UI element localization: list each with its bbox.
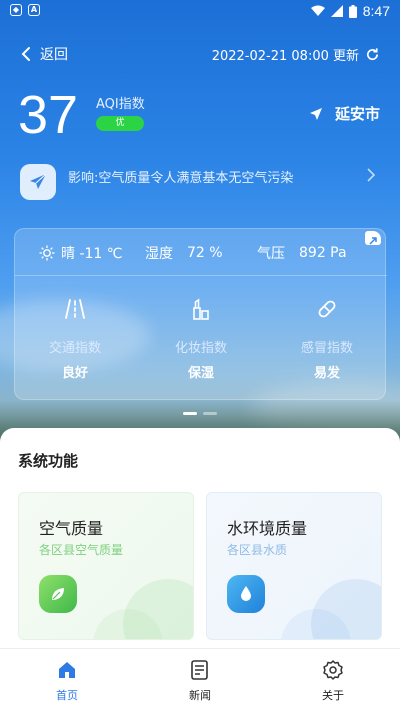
- index-name: 交通指数: [48, 341, 101, 356]
- impact-row[interactable]: 影响:空气质量令人满意基本无空气污染: [20, 162, 380, 202]
- notification-icon: ◆: [10, 4, 22, 16]
- humidity-label: 湿度: [145, 246, 173, 262]
- cosmetics-icon: [193, 298, 209, 320]
- battery-icon: [348, 4, 357, 18]
- page-indicator: [183, 412, 217, 415]
- aqi-level-badge: 优: [96, 116, 144, 131]
- city-name: 延安市: [334, 105, 380, 123]
- settings-icon: [323, 660, 343, 680]
- news-icon: [191, 660, 208, 680]
- aqi-value: 37: [18, 85, 79, 145]
- refresh-button[interactable]: 2022-02-21 08:00 更新: [212, 45, 380, 64]
- system-functions-panel: 系统功能 空气质量 各区县空气质量 水环境质量 各区县水质: [0, 428, 400, 648]
- card-title: 水环境质量: [227, 519, 308, 538]
- road-icon: [65, 299, 85, 319]
- pill-icon: [318, 300, 336, 318]
- nav-about[interactable]: 关于: [293, 659, 373, 703]
- pressure: 气压 892 Pa: [257, 243, 347, 263]
- chevron-right-icon: [367, 168, 376, 182]
- impact-text: 影响:空气质量令人满意基本无空气污染: [68, 171, 294, 186]
- refresh-icon: [367, 48, 379, 61]
- nav-news[interactable]: 新闻: [160, 659, 240, 703]
- paper-plane-icon: [20, 164, 56, 200]
- nav-label: 首页: [56, 689, 78, 702]
- weather-card: 晴 -11 ℃ 湿度 72 % 气压 892 Pa 交通指数 良好 化妆指数 保…: [14, 228, 387, 400]
- index-value: 良好: [61, 366, 88, 381]
- nav-label: 关于: [322, 689, 344, 702]
- humidity: 湿度 72 %: [145, 243, 223, 263]
- cosmetics-index[interactable]: 化妆指数 保湿: [141, 297, 261, 381]
- location-arrow-icon: [309, 107, 322, 120]
- city-selector[interactable]: 延安市: [309, 103, 380, 124]
- home-icon: [59, 662, 75, 678]
- wifi-icon: [310, 5, 325, 16]
- top-bar: 返回 2022-02-21 08:00 更新: [0, 40, 400, 70]
- water-quality-card[interactable]: 水环境质量 各区县水质: [206, 492, 382, 640]
- back-button[interactable]: 返回: [20, 44, 68, 64]
- card-subtitle: 各区县水质: [227, 543, 288, 557]
- weather-condition-text: 晴 -11 ℃: [61, 246, 123, 262]
- status-bar: ◆ A 8:47: [0, 0, 400, 24]
- expand-icon[interactable]: [365, 231, 381, 245]
- app-notification-icon: A: [28, 4, 40, 16]
- signal-icon: [330, 5, 343, 17]
- chevron-left-icon: [21, 47, 30, 61]
- traffic-index[interactable]: 交通指数 良好: [15, 297, 135, 381]
- air-quality-card[interactable]: 空气质量 各区县空气质量: [18, 492, 194, 640]
- index-value: 保湿: [187, 366, 214, 381]
- index-name: 化妆指数: [174, 341, 227, 356]
- nav-label: 新闻: [189, 689, 211, 702]
- pressure-value: 892 Pa: [299, 245, 347, 261]
- index-value: 易发: [313, 366, 340, 381]
- card-subtitle: 各区县空气质量: [39, 543, 124, 557]
- index-name: 感冒指数: [300, 341, 353, 356]
- update-time: 2022-02-21 08:00 更新: [211, 49, 359, 64]
- pressure-label: 气压: [257, 246, 285, 262]
- bottom-navigation: 首页 新闻 关于: [0, 648, 400, 711]
- humidity-value: 72 %: [187, 245, 223, 261]
- sun-icon: [39, 245, 55, 261]
- water-drop-icon: [227, 575, 265, 613]
- aqi-label: AQI指数: [96, 97, 145, 112]
- divider: [15, 275, 387, 276]
- leaf-icon: [39, 575, 77, 613]
- nav-home[interactable]: 首页: [27, 659, 107, 703]
- back-label: 返回: [40, 47, 68, 63]
- section-title: 系统功能: [18, 452, 79, 470]
- card-title: 空气质量: [39, 519, 104, 538]
- weather-condition: 晴 -11 ℃: [39, 243, 123, 263]
- status-time: 8:47: [362, 3, 390, 19]
- cold-index[interactable]: 感冒指数 易发: [267, 297, 387, 381]
